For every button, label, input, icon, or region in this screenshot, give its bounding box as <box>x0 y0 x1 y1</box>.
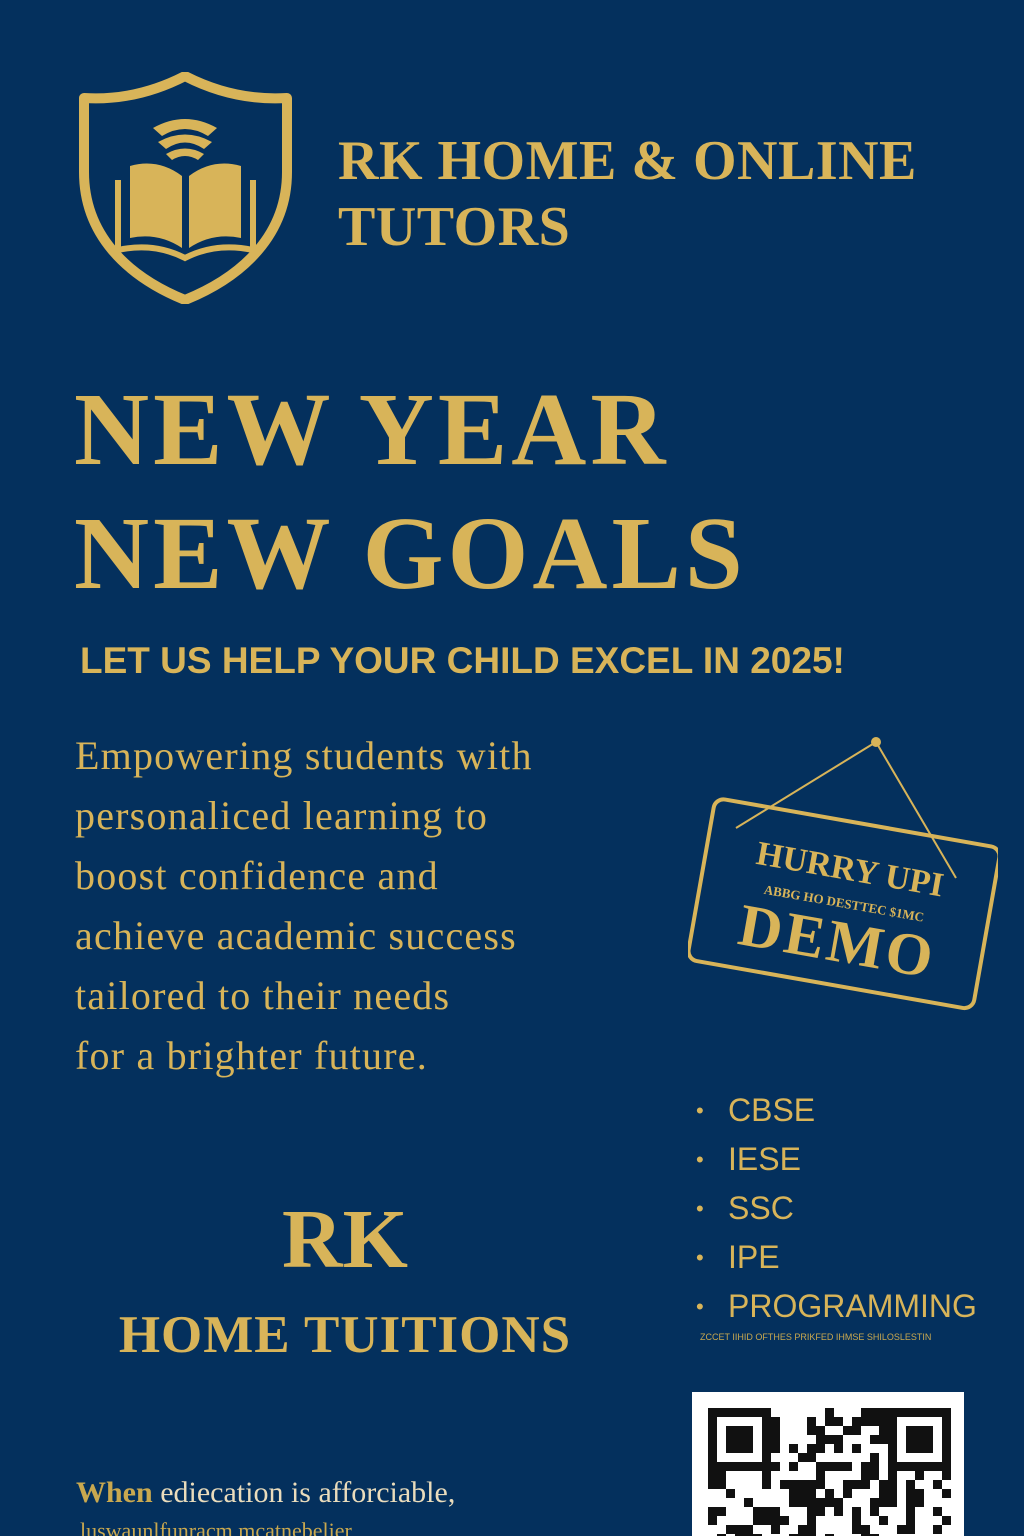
list-item: • PROGRAMMING <box>696 1282 1016 1331</box>
intro-line: achieve academic success <box>75 913 517 958</box>
list-item: • SSC <box>696 1184 1016 1233</box>
shield-book-icon <box>79 72 292 304</box>
intro-paragraph: Empowering students with personaliced le… <box>75 726 695 1086</box>
list-item: • CBSE <box>696 1086 1016 1135</box>
demo-sign: HURRY UPI ABBG HO DESTTEC $1MC DEMO <box>688 737 998 1011</box>
subjects-fine-print: ZCCET IIHID OFTHES PRIKFED IHMSE SHILOSL… <box>700 1332 932 1342</box>
headline: NEW YEAR NEW GOALS <box>74 368 1014 616</box>
qr-code-icon[interactable] <box>692 1392 964 1536</box>
subject-label: CBSE <box>728 1092 816 1128</box>
intro-line: personaliced learning to <box>75 793 489 838</box>
subject-label: IPE <box>728 1239 780 1275</box>
list-item: • IESE <box>696 1135 1016 1184</box>
brand-name-line1: RK HOME & ONLINE <box>338 130 917 192</box>
footer-brand-rk: RK <box>282 1193 408 1286</box>
bullet-icon: • <box>696 1196 704 1221</box>
subject-label: IESE <box>728 1141 801 1177</box>
headline-line1: NEW YEAR <box>74 372 670 487</box>
brand-name: RK HOME & ONLINE TUTORS <box>338 128 998 260</box>
subject-label: PROGRAMMING <box>728 1288 977 1324</box>
headline-line2: NEW GOALS <box>74 496 747 611</box>
footer-tagline-prefix: When <box>76 1476 153 1509</box>
footer-tagline-line2: luswaunlfunracm mcatnebelier <box>80 1518 352 1536</box>
bullet-icon: • <box>696 1294 704 1319</box>
footer-tagline-rest: ediecation is afforciable, <box>152 1476 456 1509</box>
intro-line: for a brighter future. <box>75 1033 428 1078</box>
bullet-icon: • <box>696 1245 704 1270</box>
subject-label: SSC <box>728 1190 794 1226</box>
bullet-icon: • <box>696 1147 704 1172</box>
bullet-icon: • <box>696 1098 704 1123</box>
brand-name-line2: TUTORS <box>338 196 571 258</box>
intro-line: Empowering students with <box>75 733 533 778</box>
footer-brand-subtitle: HOME TUITIONS <box>118 1306 572 1364</box>
intro-line: tailored to their needs <box>75 973 451 1018</box>
tagline: LET US HELP YOUR CHILD EXCEL IN 2025! <box>80 640 845 681</box>
list-item: • IPE <box>696 1233 1016 1282</box>
footer-tagline: When ediecation is afforciable, <box>76 1472 676 1514</box>
intro-line: boost confidence and <box>75 853 439 898</box>
subjects-list: • CBSE • IESE • SSC • IPE • PROGRAMMING <box>696 1086 1016 1331</box>
